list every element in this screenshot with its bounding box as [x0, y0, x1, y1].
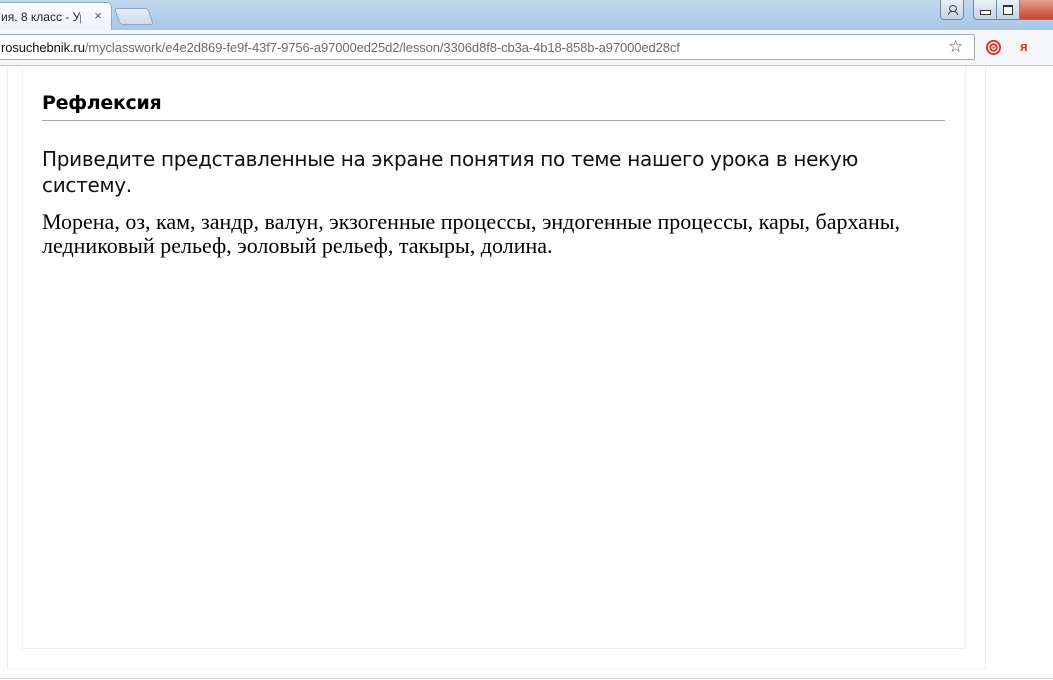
section-heading: Рефлексия: [42, 92, 162, 114]
tab-close-icon[interactable]: ×: [92, 8, 104, 24]
window-titlebar: ия. 8 класс - Ур ×: [0, 0, 1053, 31]
yandex-icon[interactable]: я: [1020, 38, 1028, 56]
browser-toolbar: rosuchebnik.ru/myclasswork/e4e2d869-fe9f…: [0, 30, 1053, 66]
maximize-icon: [1003, 4, 1013, 15]
minimize-icon: [979, 10, 991, 15]
url-text[interactable]: rosuchebnik.ru/myclasswork/e4e2d869-fe9f…: [1, 40, 680, 55]
profile-button[interactable]: [940, 0, 964, 20]
task-text: Приведите представленные на экране понят…: [42, 147, 858, 197]
window-bottom-border: [0, 678, 1053, 679]
url-host: rosuchebnik.ru: [1, 40, 85, 55]
new-tab-button[interactable]: [113, 8, 155, 25]
tab-title: ия. 8 класс - Ур: [1, 10, 81, 24]
star-icon[interactable]: ☆: [948, 37, 963, 57]
minimize-button[interactable]: [973, 0, 997, 20]
heading-divider: [42, 120, 945, 121]
profile-icon: [948, 4, 958, 15]
address-bar[interactable]: rosuchebnik.ru/myclasswork/e4e2d869-fe9f…: [0, 34, 975, 60]
target-icon[interactable]: [986, 40, 1001, 55]
url-path: /myclasswork/e4e2d869-fe9f-43f7-9756-a97…: [84, 40, 680, 55]
terms-list: Морена, оз, кам, зандр, валун, экзогенны…: [42, 209, 900, 258]
close-window-button[interactable]: [1019, 0, 1053, 20]
browser-tab[interactable]: ия. 8 класс - Ур ×: [0, 2, 112, 31]
maximize-button[interactable]: [996, 0, 1020, 20]
